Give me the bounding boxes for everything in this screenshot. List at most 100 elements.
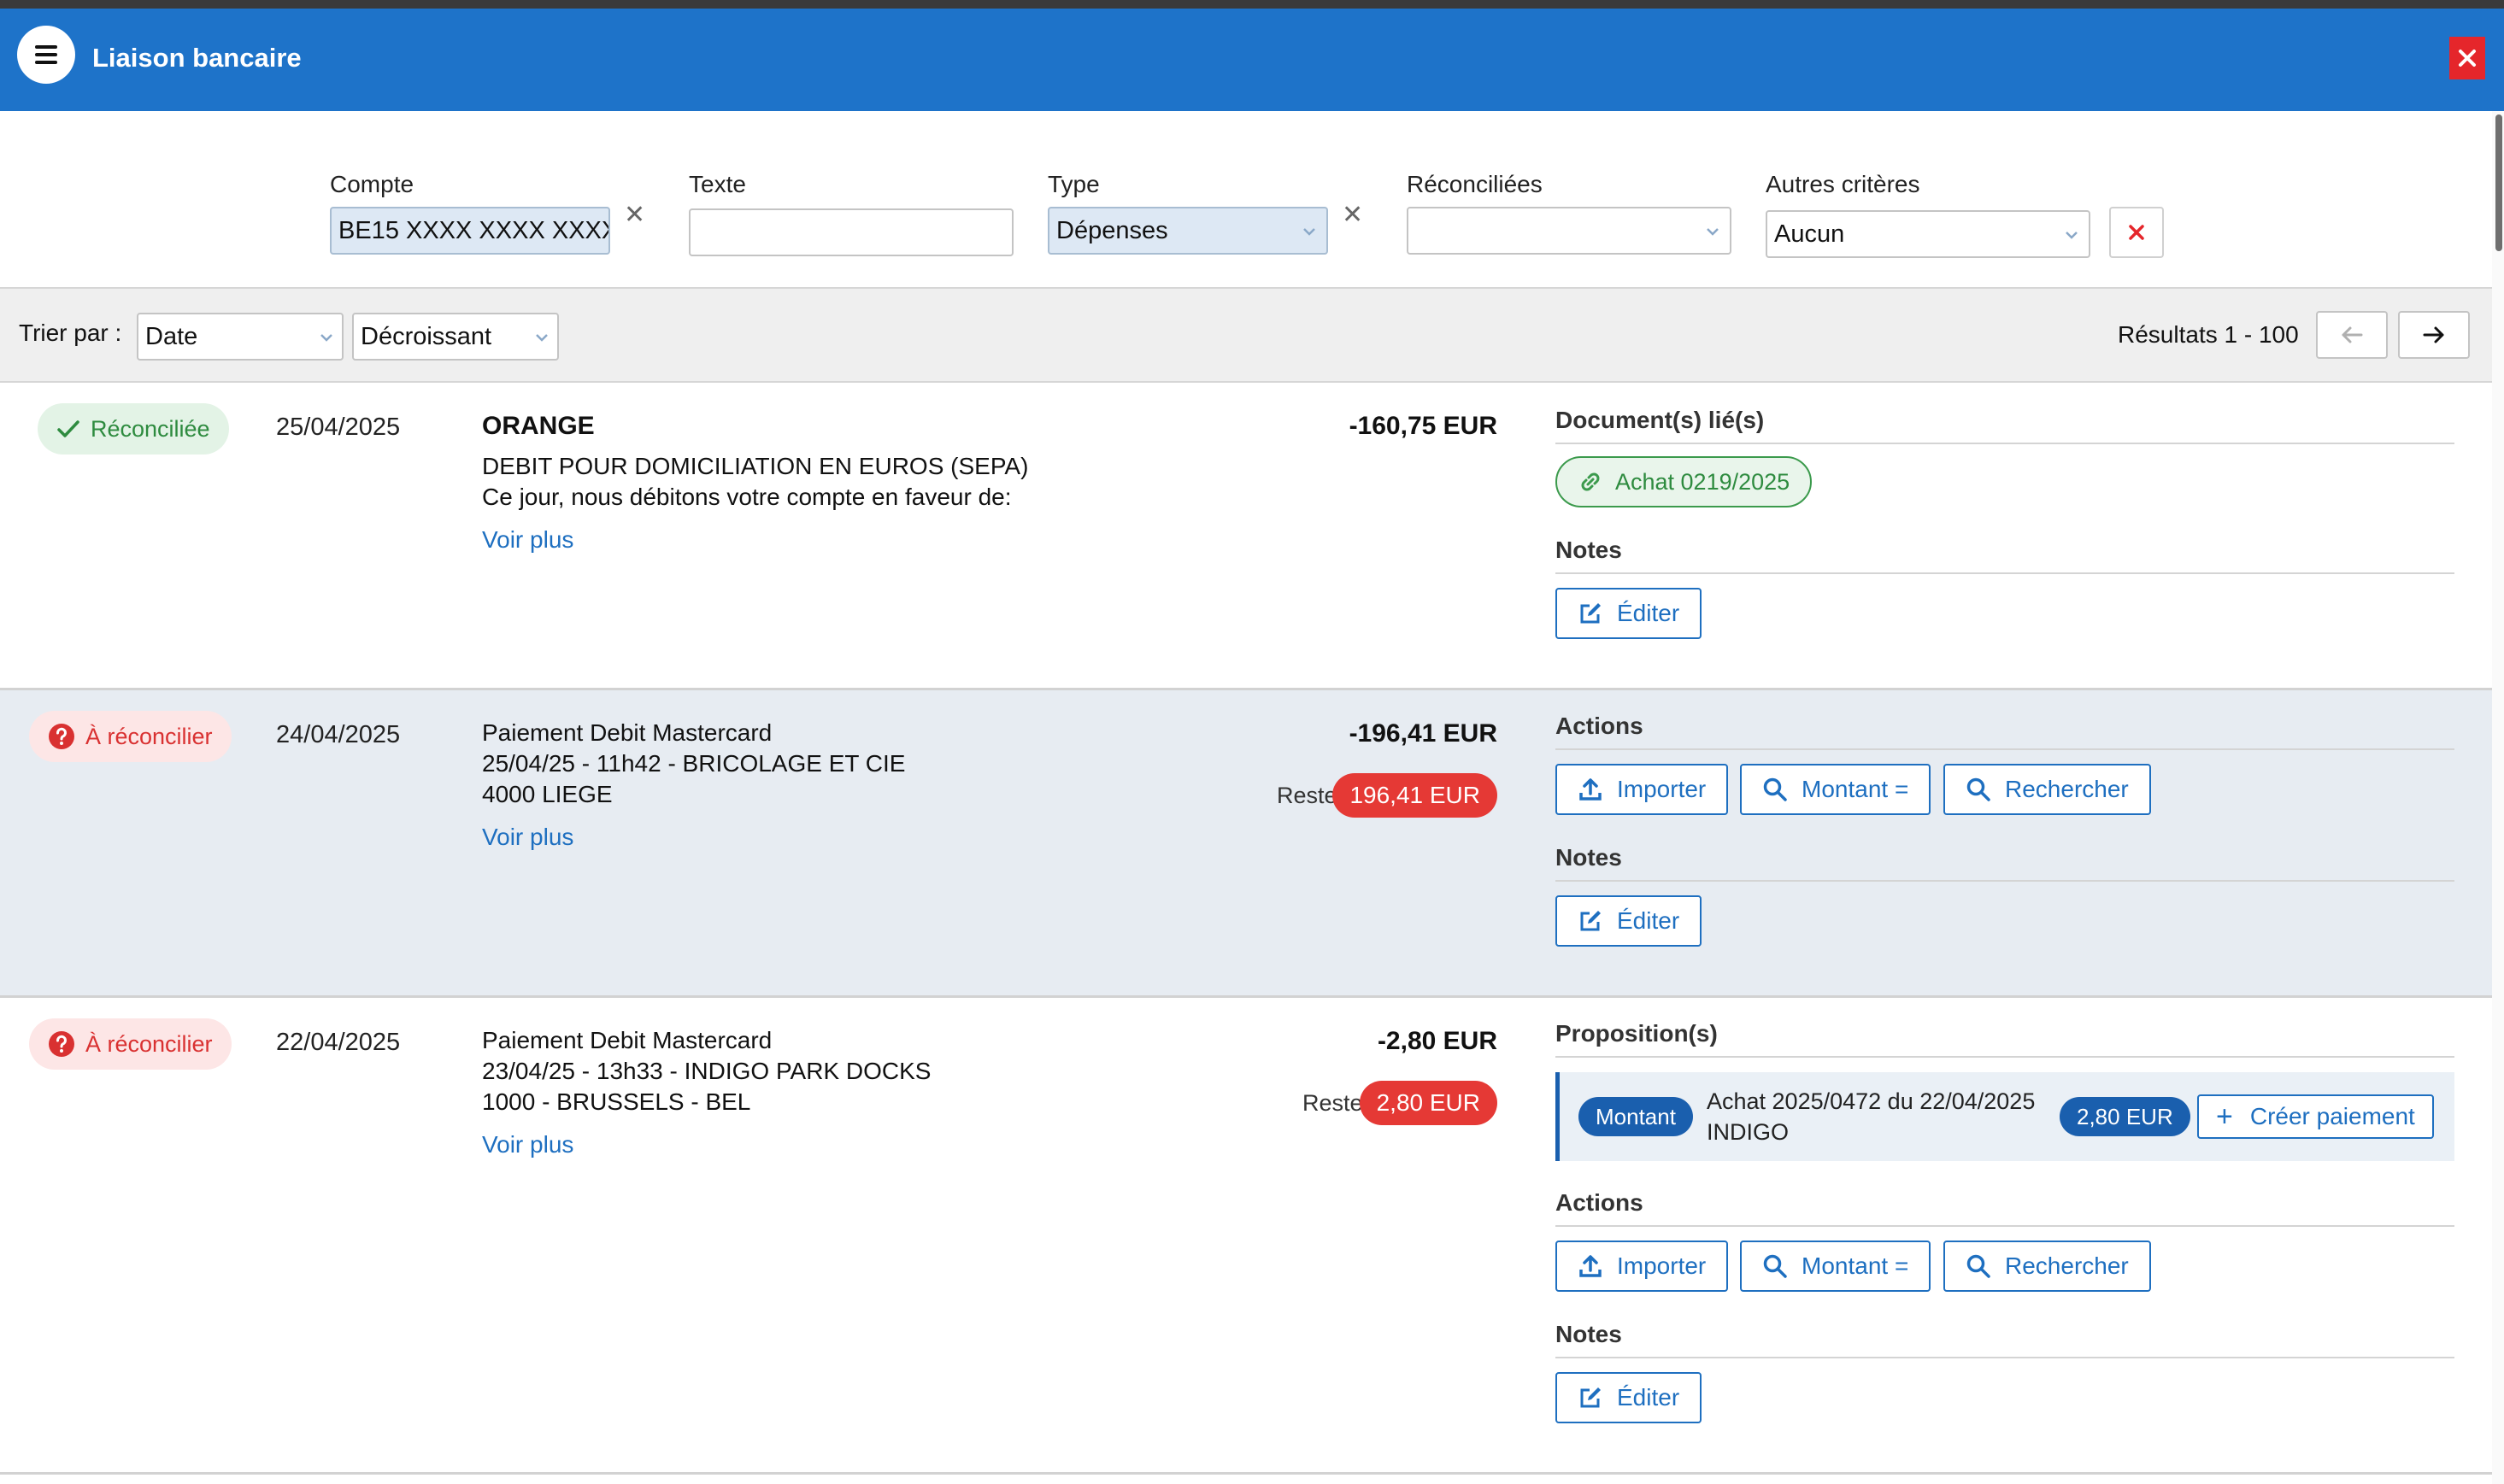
status-label: Réconciliée [91,415,210,442]
type-select[interactable]: Dépenses [1048,207,1328,255]
app-title: Liaison bancaire [92,43,302,73]
search-icon [1763,777,1787,801]
transaction-date: 25/04/2025 [276,414,401,441]
notes-heading: Notes [1555,844,2454,882]
question-icon [49,724,74,749]
create-payment-button[interactable]: + Créer paiement [2197,1094,2434,1139]
plus-icon: + [2216,1100,2233,1133]
status-badge: Réconciliée [38,403,229,455]
proposal-tag: Montant [1578,1097,1693,1136]
edit-label: Éditer [1617,600,1680,626]
type-label: Type [1048,171,1100,197]
hamburger-icon [35,45,57,64]
transaction-description: Paiement Debit Mastercard 25/04/25 - 11h… [482,718,905,810]
actions-heading: Actions [1555,713,2454,750]
transaction-row [0,998,2492,1475]
status-label: À réconcilier [85,723,213,749]
autres-select[interactable]: Aucun [1766,210,2090,258]
transaction-amount: -196,41 EUR [1349,719,1497,748]
arrow-left-icon [2342,326,2363,343]
description-line: DEBIT POUR DOMICILIATION EN EUROS (SEPA) [482,453,1029,479]
search-button[interactable]: Rechercher [1943,764,2151,815]
transaction-amount: -2,80 EUR [1377,1027,1497,1055]
prev-page-button[interactable] [2316,311,2388,359]
scrollbar-track[interactable] [2492,111,2504,1484]
proposal-line: Achat 2025/0472 du 22/04/2025 [1707,1088,2036,1114]
reset-filters-button[interactable] [2109,207,2164,258]
compte-field[interactable]: BE15 XXXX XXXX XXXX [330,207,610,255]
scrollbar-thumb[interactable] [2495,114,2502,251]
edit-notes-button[interactable]: Éditer [1555,588,1702,639]
transaction-amount: -160,75 EUR [1349,412,1497,440]
reste-badge: 2,80 EUR [1359,1081,1497,1125]
voir-plus-link[interactable]: Voir plus [482,824,573,851]
search-label: Rechercher [2005,1252,2129,1279]
match-amount-button[interactable]: Montant = [1740,1241,1931,1292]
proposals-heading: Proposition(s) [1555,1020,2454,1058]
edit-label: Éditer [1617,1384,1680,1411]
create-payment-label: Créer paiement [2249,1103,2415,1129]
description-line: Paiement Debit Mastercard [482,1027,773,1053]
linked-document-link[interactable]: Achat 0219/2025 [1555,456,1813,507]
chevron-down-icon [1707,228,1719,236]
close-icon [2129,225,2144,240]
autres-value: Aucun [1774,220,1845,248]
search-button[interactable]: Rechercher [1943,1241,2151,1292]
description-line: 25/04/25 - 11h42 - BRICOLAGE ET CIE [482,750,906,777]
compte-label: Compte [330,171,414,197]
import-button[interactable]: Importer [1555,764,1729,815]
import-button[interactable]: Importer [1555,1241,1729,1292]
import-label: Importer [1617,1252,1707,1279]
notes-heading: Notes [1555,1321,2454,1358]
close-icon [2459,50,2476,67]
actions-heading: Actions [1555,1189,2454,1227]
description-line: 23/04/25 - 13h33 - INDIGO PARK DOCKS [482,1058,932,1084]
edit-notes-button[interactable]: Éditer [1555,1372,1702,1423]
description-line: Paiement Debit Mastercard [482,719,773,746]
search-icon [1966,1254,1990,1278]
linked-document-label: Achat 0219/2025 [1615,468,1790,495]
edit-icon [1580,1387,1601,1408]
proposal-amount: 2,80 EUR [2060,1097,2190,1136]
texte-label: Texte [689,171,746,197]
compte-value: BE15 XXXX XXXX XXXX [338,216,610,244]
status-label: À réconcilier [85,1030,213,1057]
menu-button[interactable] [17,26,75,84]
link-icon [1581,472,1600,491]
chevron-down-icon [536,334,548,342]
voir-plus-link[interactable]: Voir plus [482,526,573,554]
chevron-down-icon [1303,228,1315,236]
texte-input[interactable] [689,208,1014,256]
notes-heading: Notes [1555,537,2454,574]
match-amount-button[interactable]: Montant = [1740,764,1931,815]
edit-label: Éditer [1617,907,1680,934]
search-icon [1966,777,1990,801]
transaction-description: DEBIT POUR DOMICILIATION EN EUROS (SEPA)… [482,451,1028,513]
sort-field-value: Date [145,322,198,350]
sort-order-select[interactable]: Décroissant [352,313,559,361]
close-app-button[interactable] [2449,37,2485,79]
proposal-card: Montant Achat 2025/0472 du 22/04/2025 IN… [1555,1072,2454,1161]
search-icon [1763,1254,1787,1278]
next-page-button[interactable] [2398,311,2470,359]
reconciliees-select[interactable] [1407,207,1731,255]
check-icon [57,420,79,437]
edit-notes-button[interactable]: Éditer [1555,895,1702,947]
compte-clear-icon[interactable]: ✕ [624,200,645,230]
chevron-down-icon [320,334,332,342]
status-badge: À réconcilier [29,1018,232,1070]
chevron-down-icon [2066,232,2078,239]
autres-label: Autres critères [1766,171,1920,197]
description-line: 4000 LIEGE [482,781,613,807]
transaction-title: ORANGE [482,412,595,440]
voir-plus-link[interactable]: Voir plus [482,1131,573,1158]
results-count: Résultats 1 - 100 [2118,321,2299,348]
linked-documents-heading: Document(s) lié(s) [1555,407,2454,444]
reste-label: Reste [1277,783,1337,808]
transaction-description: Paiement Debit Mastercard 23/04/25 - 13h… [482,1025,931,1117]
upload-icon [1579,778,1602,801]
reste-label: Reste [1302,1090,1363,1116]
type-clear-icon[interactable]: ✕ [1342,200,1363,230]
match-amount-label: Montant = [1802,776,1909,802]
sort-field-select[interactable]: Date [137,313,344,361]
